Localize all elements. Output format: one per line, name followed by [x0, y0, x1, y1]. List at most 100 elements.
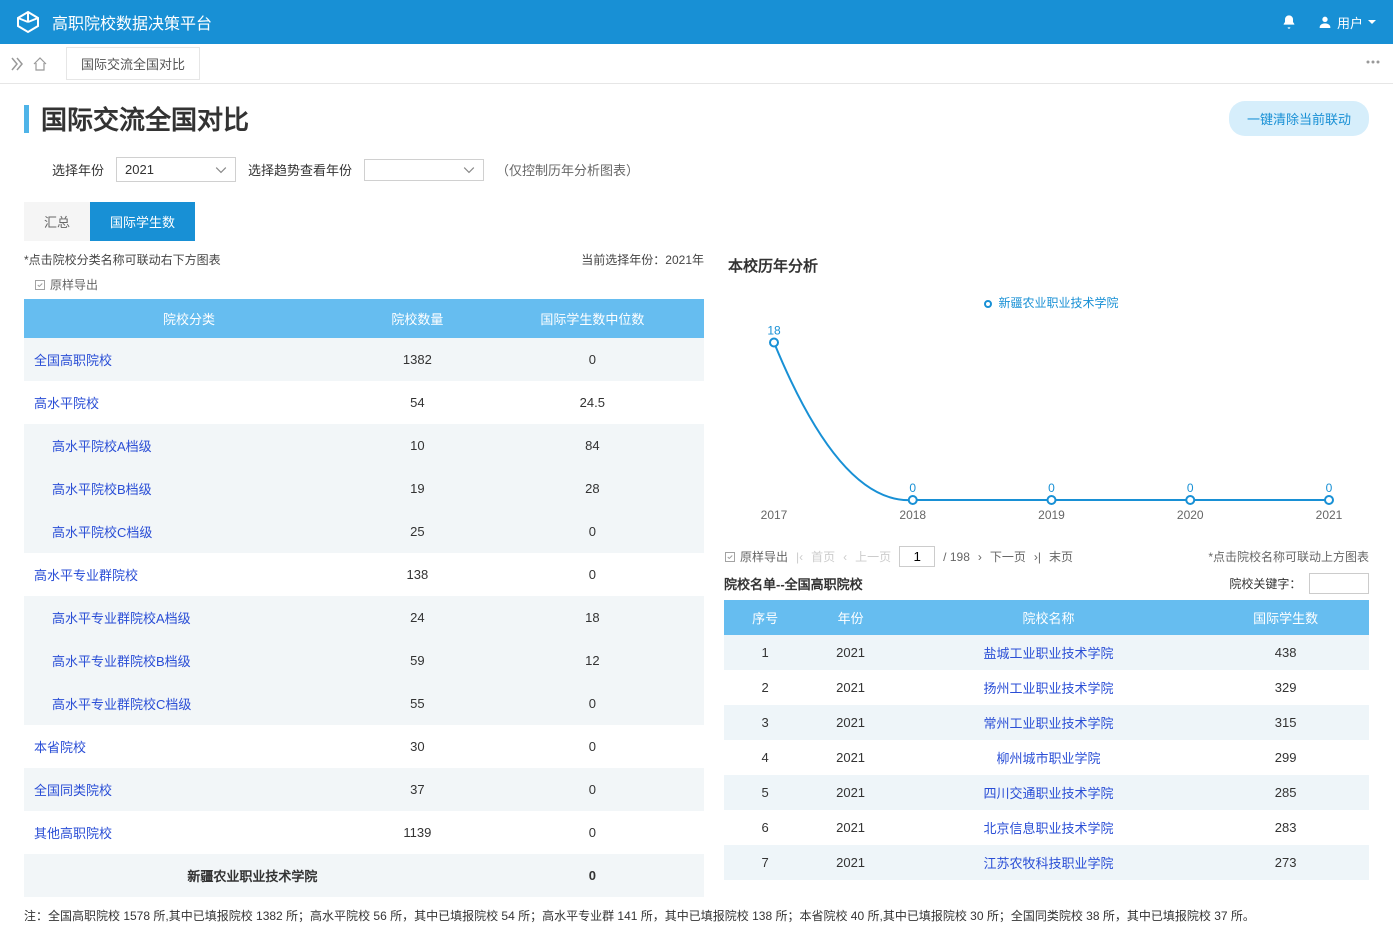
category-count: 138 — [354, 553, 481, 596]
breadcrumb[interactable]: 国际交流全国对比 — [66, 47, 200, 80]
table-row: 高水平院校B档级1928 — [24, 467, 704, 510]
category-panel: *点击院校分类名称可联动右下方图表 当前选择年份：2021年 原样导出 院校分类… — [24, 251, 704, 897]
row-year: 2021 — [806, 635, 895, 670]
app-title: 高职院校数据决策平台 — [52, 10, 212, 34]
category-median: 0 — [481, 682, 704, 725]
category-name[interactable]: 全国高职院校 — [24, 338, 354, 381]
chevron-down-icon — [463, 164, 475, 176]
table-row: 高水平院校C档级250 — [24, 510, 704, 553]
trend-panel-title: 本校历年分析 — [728, 255, 1369, 276]
pager-prev[interactable]: 上一页 — [855, 548, 891, 565]
row-idx: 7 — [724, 845, 806, 880]
list-row: 22021扬州工业职业技术学院329 — [724, 670, 1369, 705]
user-menu[interactable]: 用户 — [1317, 13, 1377, 32]
expand-icon[interactable] — [8, 56, 24, 72]
row-idx: 2 — [724, 670, 806, 705]
category-name[interactable]: 本省院校 — [24, 725, 354, 768]
pager-total: / 198 — [943, 550, 970, 564]
list-title: 院校名单--全国高职院校 — [724, 574, 863, 593]
category-count: 1139 — [354, 811, 481, 854]
row-school-name[interactable]: 柳州城市职业学院 — [895, 740, 1202, 775]
table-row: 高水平专业群院校C档级550 — [24, 682, 704, 725]
table-row: 全国高职院校13820 — [24, 338, 704, 381]
category-median: 0 — [481, 338, 704, 381]
year-select[interactable]: 2021 — [116, 157, 236, 182]
svg-text:18: 18 — [767, 324, 781, 338]
list-h2: 年份 — [806, 600, 895, 635]
category-name[interactable]: 其他高职院校 — [24, 811, 354, 854]
row-school-name[interactable]: 扬州工业职业技术学院 — [895, 670, 1202, 705]
current-year: 当前选择年份：2021年 — [581, 251, 704, 268]
pager-last[interactable]: 末页 — [1049, 548, 1073, 565]
table-footer-row: 新疆农业职业技术学院0 — [24, 854, 704, 897]
category-count: 24 — [354, 596, 481, 639]
category-name[interactable]: 高水平院校B档级 — [24, 467, 354, 510]
tab-summary[interactable]: 汇总 — [24, 202, 90, 241]
category-name[interactable]: 高水平院校A档级 — [24, 424, 354, 467]
category-count: 1382 — [354, 338, 481, 381]
category-count: 19 — [354, 467, 481, 510]
pager-page-input[interactable] — [899, 546, 935, 567]
svg-text:2020: 2020 — [1177, 508, 1204, 522]
svg-text:0: 0 — [1326, 481, 1333, 495]
category-count: 10 — [354, 424, 481, 467]
category-name[interactable]: 高水平专业群院校B档级 — [24, 639, 354, 682]
svg-text:2019: 2019 — [1038, 508, 1065, 522]
category-median: 24.5 — [481, 381, 704, 424]
home-icon[interactable] — [32, 56, 48, 72]
list-h4: 国际学生数 — [1202, 600, 1369, 635]
category-median: 0 — [481, 553, 704, 596]
svg-text:0: 0 — [1187, 481, 1194, 495]
row-school-name[interactable]: 北京信息职业技术学院 — [895, 810, 1202, 845]
row-idx: 1 — [724, 635, 806, 670]
more-icon[interactable] — [1361, 50, 1385, 77]
pager-first-icon: |‹ — [796, 550, 803, 564]
table-row: 高水平专业群院校A档级2418 — [24, 596, 704, 639]
keyword-input[interactable] — [1309, 573, 1369, 594]
row-school-name[interactable]: 常州工业职业技术学院 — [895, 705, 1202, 740]
trend-select[interactable] — [364, 159, 484, 181]
category-median: 28 — [481, 467, 704, 510]
row-year: 2021 — [806, 670, 895, 705]
category-name[interactable]: 高水平专业群院校 — [24, 553, 354, 596]
list-row: 42021柳州城市职业学院299 — [724, 740, 1369, 775]
row-value: 283 — [1202, 810, 1369, 845]
category-name[interactable]: 高水平院校 — [24, 381, 354, 424]
export-left-button[interactable]: 原样导出 — [34, 276, 704, 293]
tabs: 汇总 国际学生数 — [24, 202, 1369, 241]
category-count: 59 — [354, 639, 481, 682]
row-year: 2021 — [806, 740, 895, 775]
footer-median: 0 — [481, 854, 704, 897]
category-table: 院校分类 院校数量 国际学生数中位数 全国高职院校13820高水平院校5424.… — [24, 299, 704, 897]
row-school-name[interactable]: 江苏农牧科技职业学院 — [895, 845, 1202, 880]
row-year: 2021 — [806, 705, 895, 740]
row-value: 315 — [1202, 705, 1369, 740]
category-name[interactable]: 高水平院校C档级 — [24, 510, 354, 553]
list-row: 12021盐城工业职业技术学院438 — [724, 635, 1369, 670]
category-name[interactable]: 高水平专业群院校C档级 — [24, 682, 354, 725]
pager-next[interactable]: 下一页 — [990, 548, 1026, 565]
keyword-label: 院校关键字： — [1229, 577, 1301, 591]
pager-next-icon: › — [978, 550, 982, 564]
row-school-name[interactable]: 四川交通职业技术学院 — [895, 775, 1202, 810]
trend-chart: 新疆农业职业技术学院 18201702018020190202002021 — [724, 284, 1369, 534]
tab-intl-students[interactable]: 国际学生数 — [90, 202, 195, 241]
row-value: 438 — [1202, 635, 1369, 670]
bell-icon[interactable] — [1281, 14, 1297, 30]
row-school-name[interactable]: 盐城工业职业技术学院 — [895, 635, 1202, 670]
row-idx: 5 — [724, 775, 806, 810]
row-value: 285 — [1202, 775, 1369, 810]
category-name[interactable]: 高水平专业群院校A档级 — [24, 596, 354, 639]
row-idx: 6 — [724, 810, 806, 845]
chart-legend: 新疆农业职业技术学院 — [754, 294, 1349, 311]
user-label: 用户 — [1337, 13, 1363, 32]
category-count: 54 — [354, 381, 481, 424]
year-label: 选择年份 — [52, 160, 104, 179]
clear-linkage-button[interactable]: 一键清除当前联动 — [1229, 101, 1369, 136]
footnote: 注：全国高职院校 1578 所,其中已填报院校 1382 所；高水平院校 56 … — [24, 907, 1369, 924]
export-right-button[interactable]: 原样导出 — [724, 548, 788, 565]
category-name[interactable]: 全国同类院校 — [24, 768, 354, 811]
row-year: 2021 — [806, 810, 895, 845]
pager-first[interactable]: 首页 — [811, 548, 835, 565]
row-idx: 4 — [724, 740, 806, 775]
